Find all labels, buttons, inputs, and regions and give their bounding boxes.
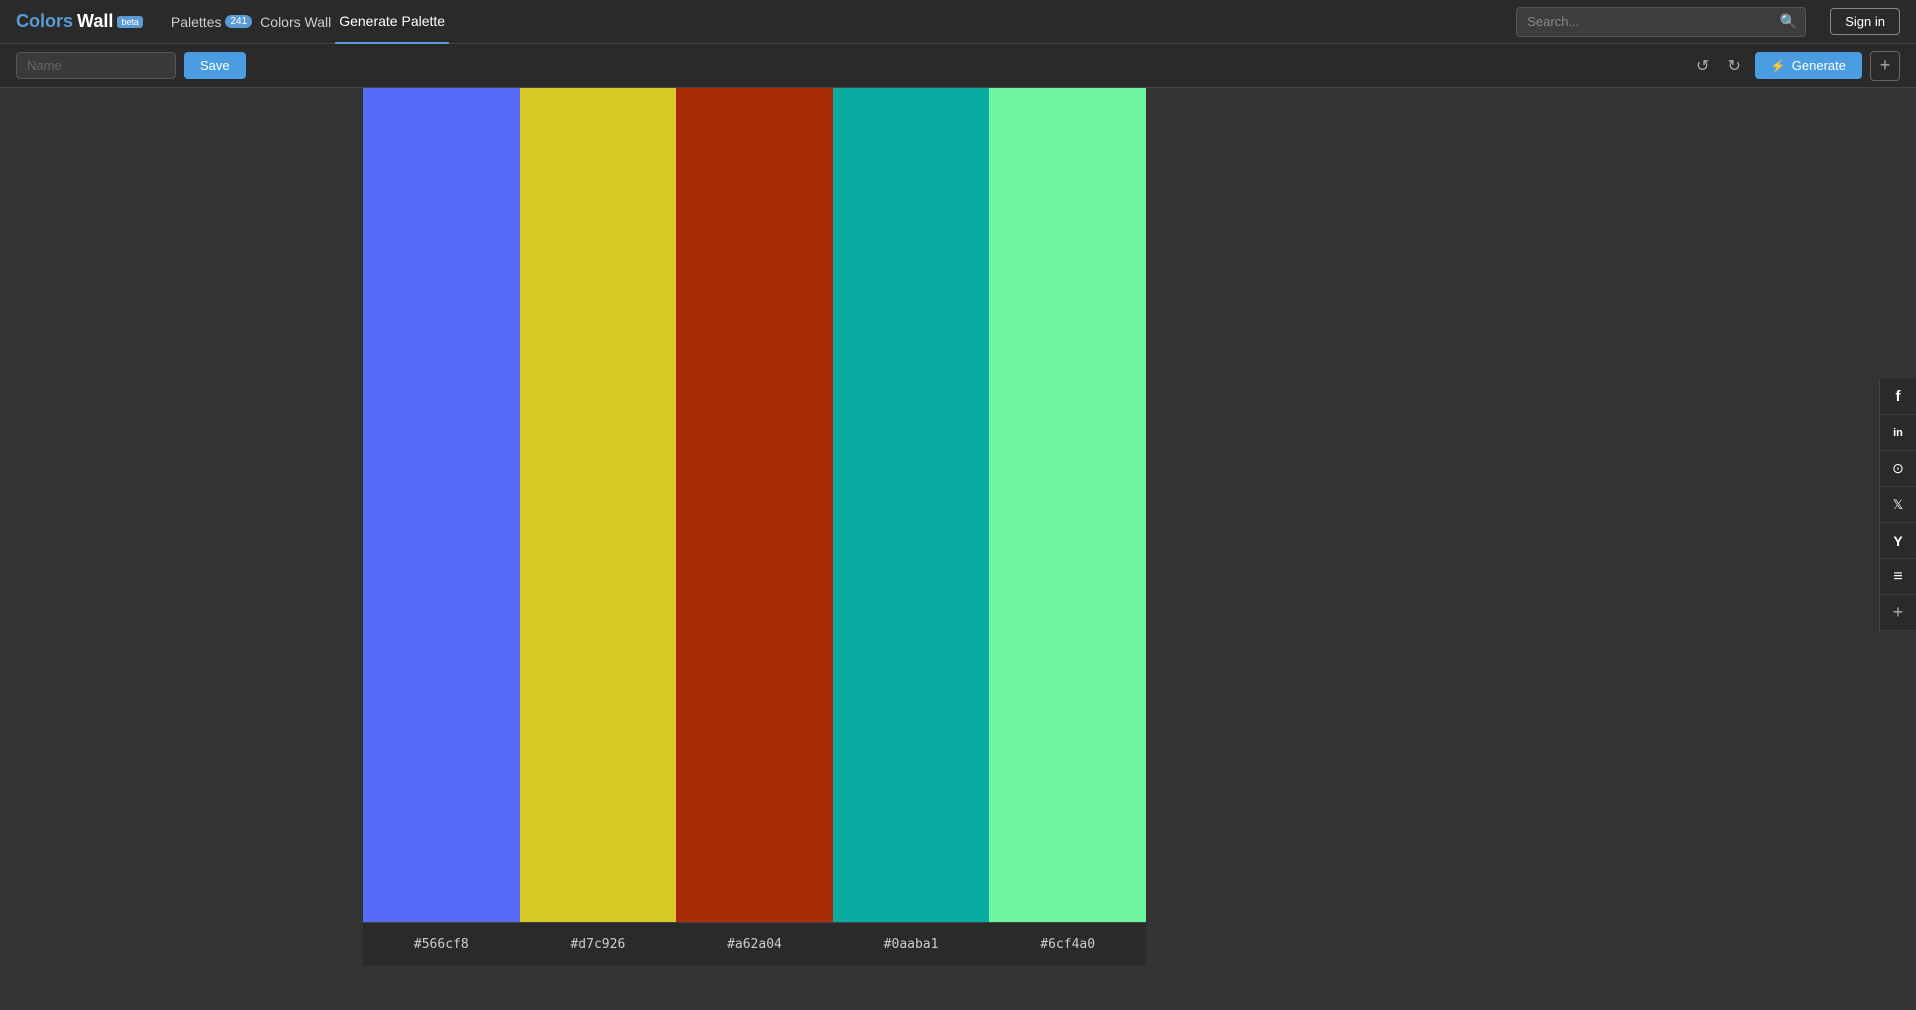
linkedin-icon: in — [1893, 427, 1903, 439]
color-block-3 — [833, 88, 990, 922]
more-share-button[interactable]: + — [1880, 595, 1916, 631]
save-button[interactable]: Save — [184, 52, 246, 79]
search-container: 🔍 — [1516, 7, 1806, 37]
social-sidebar: f in ⊙ 𝕏 Y ≡ + — [1879, 379, 1916, 631]
signin-button[interactable]: Sign in — [1830, 8, 1900, 35]
undo-redo-group: ↺ ↻ — [1690, 52, 1747, 80]
nav-generate-palette[interactable]: Generate Palette — [335, 0, 449, 44]
linkedin-share-button[interactable]: in — [1880, 415, 1916, 451]
color-block-1 — [520, 88, 677, 922]
add-color-button[interactable]: + — [1870, 51, 1900, 81]
color-label-2: #a62a04 — [676, 922, 833, 966]
palettes-count-badge: 241 — [225, 15, 252, 28]
buffer-share-button[interactable]: ≡ — [1880, 559, 1916, 595]
twitter-share-button[interactable]: 𝕏 — [1880, 487, 1916, 523]
more-icon: + — [1893, 602, 1904, 623]
nav-colors-wall[interactable]: Colors Wall — [256, 0, 335, 44]
color-strips: #566cf8 #d7c926 #a62a04 #0aaba1 #6cf4a0 — [363, 88, 1146, 966]
left-space — [0, 88, 363, 966]
search-button[interactable]: 🔍 — [1772, 13, 1805, 30]
color-block-4 — [989, 88, 1146, 922]
right-space — [1146, 88, 1916, 966]
logo-brand: Colors — [16, 11, 73, 32]
pocket-icon: ⊙ — [1892, 460, 1904, 477]
beta-badge: beta — [117, 16, 143, 28]
color-strip-0[interactable]: #566cf8 — [363, 88, 520, 966]
search-input[interactable] — [1517, 14, 1772, 29]
color-strip-3[interactable]: #0aaba1 — [833, 88, 990, 966]
redo-button[interactable]: ↻ — [1721, 52, 1746, 80]
color-strip-4[interactable]: #6cf4a0 — [989, 88, 1146, 966]
color-strip-2[interactable]: #a62a04 — [676, 88, 833, 966]
color-block-2 — [676, 88, 833, 922]
palette-area: #566cf8 #d7c926 #a62a04 #0aaba1 #6cf4a0 — [0, 88, 1916, 966]
buffer-icon: ≡ — [1893, 568, 1902, 586]
color-block-0 — [363, 88, 520, 922]
palette-toolbar: Save ↺ ↻ ⚡ Generate + — [0, 44, 1916, 88]
main-header: ColorsWall beta Palettes 241 Colors Wall … — [0, 0, 1916, 44]
generate-label: Generate — [1792, 58, 1846, 73]
hackernews-icon: Y — [1893, 533, 1902, 549]
palette-name-input[interactable] — [16, 52, 176, 79]
hackernews-share-button[interactable]: Y — [1880, 523, 1916, 559]
nav-palettes[interactable]: Palettes 241 — [167, 0, 256, 44]
facebook-share-button[interactable]: f — [1880, 379, 1916, 415]
color-strip-1[interactable]: #d7c926 — [520, 88, 677, 966]
generate-icon: ⚡ — [1771, 59, 1786, 73]
generate-button[interactable]: ⚡ Generate — [1755, 52, 1862, 79]
logo-wall: Wall — [77, 11, 113, 32]
undo-button[interactable]: ↺ — [1690, 52, 1715, 80]
facebook-icon: f — [1896, 388, 1901, 405]
color-label-4: #6cf4a0 — [989, 922, 1146, 966]
logo[interactable]: ColorsWall beta — [16, 11, 143, 32]
color-label-0: #566cf8 — [363, 922, 520, 966]
color-label-3: #0aaba1 — [833, 922, 990, 966]
main-nav: Palettes 241 Colors Wall Generate Palett… — [167, 0, 449, 44]
pocket-share-button[interactable]: ⊙ — [1880, 451, 1916, 487]
color-label-1: #d7c926 — [520, 922, 677, 966]
twitter-icon: 𝕏 — [1893, 497, 1903, 513]
